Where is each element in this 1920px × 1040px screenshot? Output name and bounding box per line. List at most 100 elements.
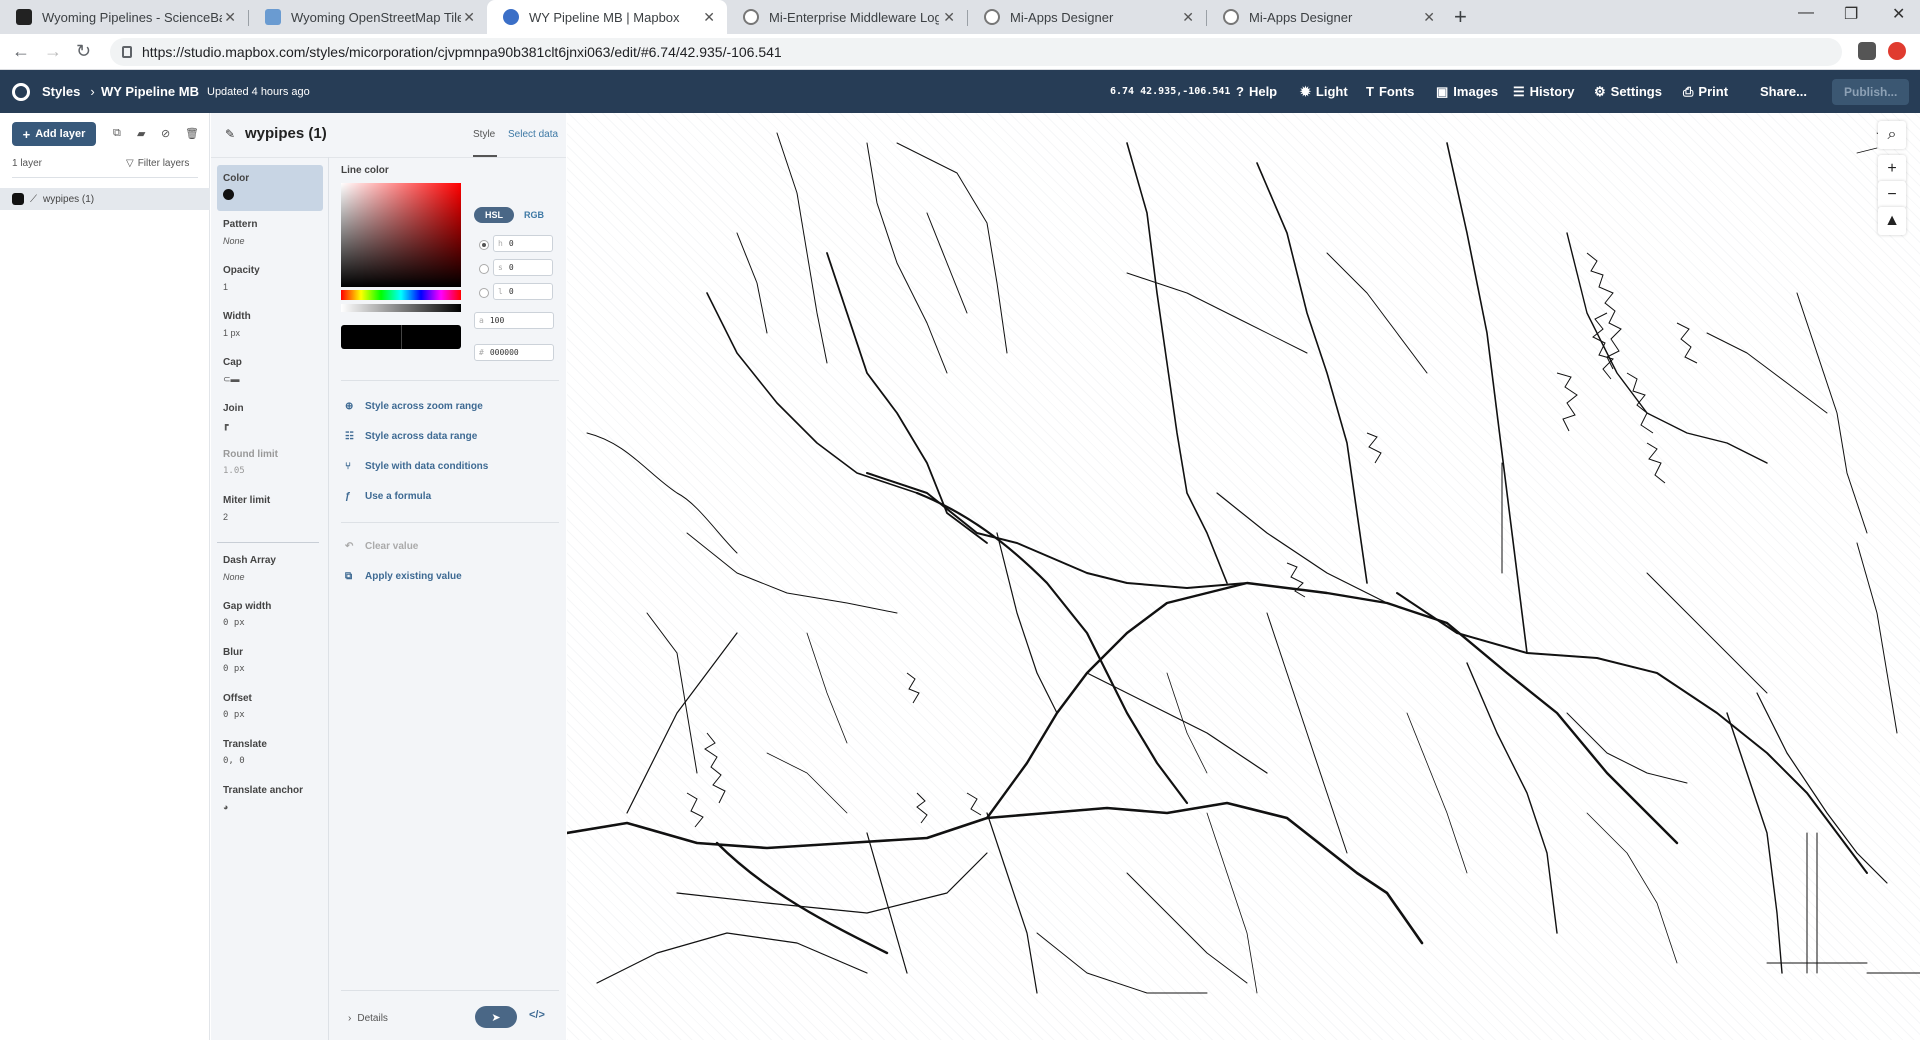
browser-tab-osm-tiles[interactable]: Wyoming OpenStreetMap Tiles, G ✕ [249, 0, 487, 34]
tab-select-data[interactable]: Select data [508, 129, 558, 140]
alpha-slider[interactable] [341, 304, 461, 312]
compass-button[interactable]: ▲ [1878, 207, 1906, 235]
prop-cap[interactable]: Cap ⊂▬ [217, 349, 323, 393]
map-canvas[interactable]: ⌕ + − ▲ [567, 113, 1920, 1040]
fonts-button[interactable]: T Fonts [1366, 70, 1414, 113]
plus-icon: + [22, 126, 31, 142]
select-mode-button[interactable]: ➤ [475, 1006, 517, 1028]
window-close-icon[interactable]: ✕ [1892, 4, 1905, 24]
light-button[interactable]: ✹ Light [1300, 70, 1348, 113]
apply-existing-value-link[interactable]: ⧉ Apply existing value [345, 571, 462, 582]
prop-gap-width[interactable]: Gap width 0 px [217, 593, 323, 636]
print-button[interactable]: ⎙ Print [1683, 70, 1728, 113]
prop-width[interactable]: Width 1 px [217, 303, 323, 346]
filter-layers-button[interactable]: ▽ Filter layers [126, 158, 189, 169]
extension-icon[interactable] [1858, 42, 1876, 60]
duplicate-layer-icon[interactable]: ⧉ [113, 127, 125, 139]
color-preview [341, 325, 461, 349]
minimize-icon[interactable]: — [1798, 4, 1814, 22]
apply-value-icon: ⧉ [345, 571, 353, 582]
lightness-input[interactable]: l0 [493, 283, 553, 300]
prop-color[interactable]: Color [217, 165, 323, 211]
images-button[interactable]: ▣ Images [1436, 70, 1498, 113]
pipeline-lines-layer [567, 132, 1920, 994]
filter-icon: ▽ [126, 158, 134, 169]
address-bar-row: ← → ↻ https://studio.mapbox.com/styles/m… [0, 34, 1920, 70]
browser-tab-mi-apps-1[interactable]: Mi-Apps Designer ✕ [968, 0, 1206, 34]
add-layer-button[interactable]: + Add layer [12, 122, 96, 146]
prop-opacity[interactable]: Opacity 1 [217, 257, 323, 300]
formula-icon: ƒ [345, 491, 351, 502]
search-icon: ⌕ [1887, 126, 1897, 143]
extension-red-icon[interactable] [1888, 42, 1906, 60]
close-tab-icon[interactable]: ✕ [703, 9, 715, 26]
prop-translate-anchor[interactable]: Translate anchor ◕ [217, 777, 323, 820]
prop-miter-limit[interactable]: Miter limit 2 [217, 487, 323, 530]
zoom-in-button[interactable]: + [1878, 155, 1906, 183]
prop-offset[interactable]: Offset 0 px [217, 685, 323, 728]
layer-item-wypipes[interactable]: ⟋ wypipes (1) [0, 188, 210, 210]
prop-round-limit[interactable]: Round limit 1.05 [217, 441, 323, 484]
close-tab-icon[interactable]: ✕ [1182, 9, 1194, 26]
prop-translate[interactable]: Translate 0, 0 [217, 731, 323, 774]
text-icon: T [1366, 84, 1374, 99]
zoom-out-button[interactable]: − [1878, 181, 1906, 209]
prop-pattern[interactable]: Pattern None [217, 211, 323, 254]
map-search-button[interactable]: ⌕ [1878, 121, 1906, 149]
forward-icon[interactable]: → [44, 41, 62, 62]
folder-icon[interactable]: ▰ [137, 127, 149, 140]
trash-icon[interactable]: 🗑 [185, 127, 199, 140]
style-data-conditions-link[interactable]: ⑂ Style with data conditions [345, 461, 488, 472]
prop-join[interactable]: Join ┏ [217, 395, 323, 439]
restore-icon[interactable]: ❐ [1844, 4, 1858, 24]
close-tab-icon[interactable]: ✕ [943, 9, 955, 26]
hsl-mode-button[interactable]: HSL [474, 207, 514, 223]
help-button[interactable]: ? Help [1236, 70, 1277, 113]
layer-title[interactable]: wypipes (1) [245, 125, 327, 142]
use-formula-link[interactable]: ƒ Use a formula [345, 491, 431, 502]
back-icon[interactable]: ← [12, 41, 30, 62]
close-tab-icon[interactable]: ✕ [1423, 9, 1435, 26]
reload-icon[interactable]: ↻ [76, 41, 91, 62]
tab-style[interactable]: Style [473, 129, 495, 140]
browser-tab-bar: Wyoming Pipelines - ScienceBase ✕ Wyomin… [0, 0, 1920, 34]
radio-l[interactable] [479, 288, 489, 298]
new-tab-icon[interactable]: + [1454, 4, 1467, 30]
hue-input[interactable]: h0 [493, 235, 553, 252]
browser-tab-mi-apps-2[interactable]: Mi-Apps Designer ✕ [1207, 0, 1447, 34]
close-tab-icon[interactable]: ✕ [463, 9, 475, 26]
alpha-input[interactable]: a 100 [474, 312, 554, 329]
close-tab-icon[interactable]: ✕ [224, 9, 236, 26]
hide-layer-icon[interactable]: ⊘ [161, 127, 173, 140]
style-across-zoom-link[interactable]: ⊕ Style across zoom range [345, 401, 483, 412]
styles-breadcrumb[interactable]: Styles › [12, 70, 105, 113]
rgb-mode-button[interactable]: RGB [524, 210, 544, 220]
publish-button[interactable]: Publish... [1832, 78, 1910, 105]
history-button[interactable]: ☰ History [1513, 70, 1574, 113]
hue-slider[interactable] [341, 290, 461, 300]
publish-area: Publish... [1832, 70, 1910, 113]
map-coords-readout: 6.74 42.935,-106.541 [1110, 86, 1231, 97]
hex-input[interactable]: #000000 [474, 344, 554, 361]
saturation-input[interactable]: s0 [493, 259, 553, 276]
prop-dash-array[interactable]: Dash Array None [217, 547, 323, 590]
browser-tab-mapbox[interactable]: WY Pipeline MB | Mapbox ✕ [487, 0, 727, 34]
browser-tab-sciencebase[interactable]: Wyoming Pipelines - ScienceBase ✕ [0, 0, 248, 34]
browser-tab-mi-enterprise[interactable]: Mi-Enterprise Middleware Login ✕ [727, 0, 967, 34]
details-toggle[interactable]: › Details [348, 1013, 388, 1024]
code-view-button[interactable]: </> [529, 1009, 545, 1021]
style-across-data-link[interactable]: ☷ Style across data range [345, 431, 477, 442]
prop-blur[interactable]: Blur 0 px [217, 639, 323, 682]
minus-icon: − [1887, 186, 1897, 203]
settings-button[interactable]: ⚙ Settings [1594, 70, 1662, 113]
line-cap-icon: ⊂▬ [223, 374, 240, 384]
url-field[interactable]: https://studio.mapbox.com/styles/micorpo… [110, 38, 1842, 66]
radio-s[interactable] [479, 264, 489, 274]
pencil-icon: ✎ [225, 127, 236, 141]
clear-value-link[interactable]: ↶ Clear value [345, 541, 418, 552]
radio-h[interactable] [479, 240, 489, 250]
osm-favicon-icon [265, 9, 281, 25]
style-name[interactable]: WY Pipeline MB Updated 4 hours ago [101, 70, 310, 113]
share-button[interactable]: Share... [1760, 70, 1807, 113]
saturation-lightness-picker[interactable] [341, 183, 461, 287]
